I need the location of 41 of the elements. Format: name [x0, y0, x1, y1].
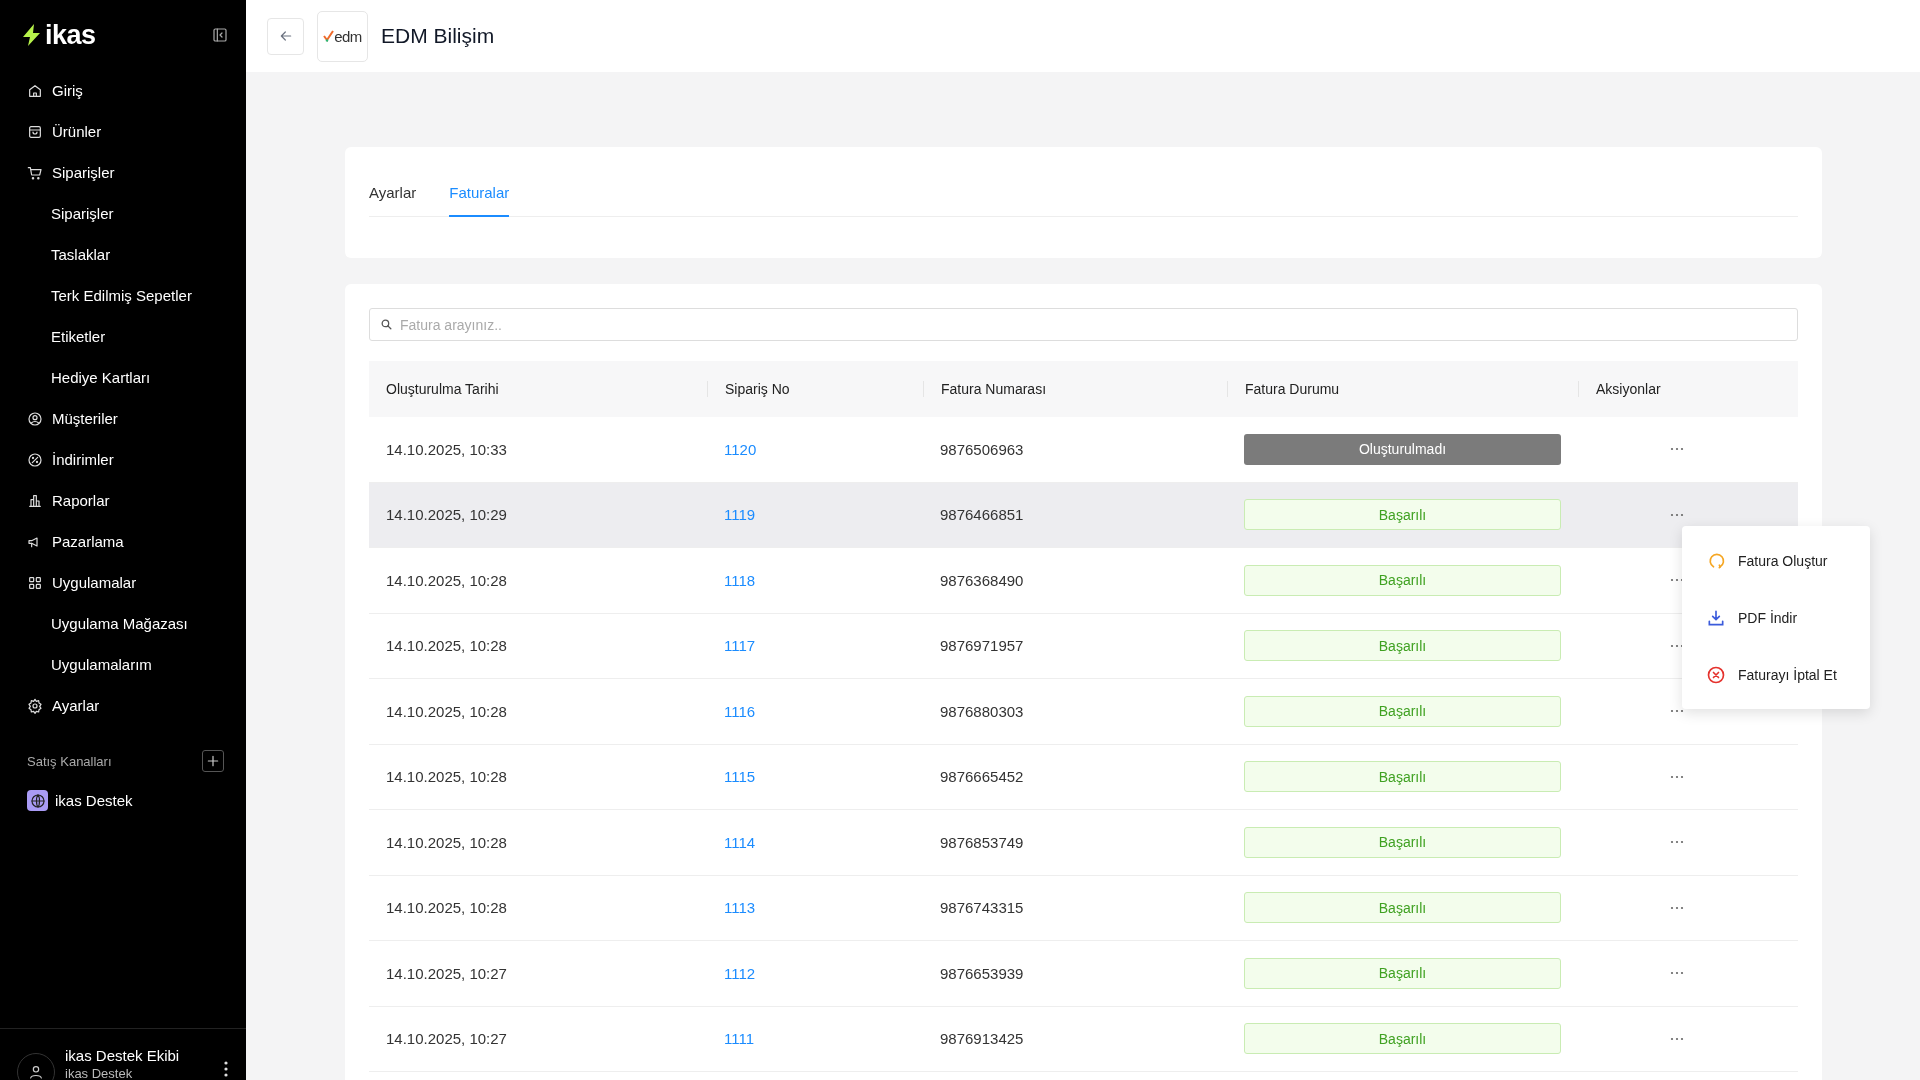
column-header: Fatura Durumu: [1227, 381, 1578, 397]
app-logo: edm: [317, 10, 368, 62]
table-cell-text: 9876368490: [939, 571, 1025, 589]
store-name: ikas Destek: [65, 1066, 134, 1080]
logo-text: ikas: [45, 19, 96, 51]
table-cell-text: 9876506963: [939, 440, 1025, 458]
table-cell-text: 9876665452: [939, 768, 1025, 786]
status-badge: Başarılı: [1244, 957, 1561, 989]
status-badge: Oluşturulmadı: [1244, 433, 1561, 465]
column-header: Sipariş No: [707, 381, 923, 397]
section-title: Satış Kanalları: [27, 753, 112, 769]
status-badge: Başarılı: [1244, 630, 1561, 662]
status-badge: Başarılı: [1244, 761, 1561, 793]
status-badge: Başarılı: [1244, 892, 1561, 924]
table-cell-text: 9876853749: [939, 833, 1025, 851]
table-cell-text: 14.10.2025, 10:29: [385, 506, 508, 524]
table-cell-text: 14.10.2025, 10:28: [385, 571, 508, 589]
table-cell-text: 14.10.2025, 10:27: [385, 964, 508, 982]
user-name: ikas Destek Ekibi: [65, 1047, 180, 1064]
status-badge: Başarılı: [1244, 695, 1561, 727]
table-cell-text: 9876971957: [939, 637, 1025, 655]
table-cell-text: 14.10.2025, 10:33: [385, 440, 508, 458]
table-cell-text: 14.10.2025, 10:28: [385, 637, 508, 655]
column-header: Fatura Numarası: [923, 381, 1227, 397]
column-header: Oluşturulma Tarihi: [385, 381, 500, 397]
page-title: EDM Bilişim: [381, 24, 495, 48]
status-badge: Başarılı: [1244, 564, 1561, 596]
table-cell-text: 14.10.2025, 10:28: [385, 833, 508, 851]
status-badge: Başarılı: [1244, 499, 1561, 531]
status-badge: Başarılı: [1244, 826, 1561, 858]
table-cell-text: 14.10.2025, 10:28: [385, 768, 508, 786]
table-cell-text: 9876743315: [939, 899, 1025, 917]
table-cell-text: 14.10.2025, 10:28: [385, 899, 508, 917]
table-cell-text: 9876880303: [939, 702, 1025, 720]
table-cell-text: 9876466851: [939, 506, 1025, 524]
status-badge: Başarılı: [1244, 1023, 1561, 1055]
column-header: Aksiyonlar: [1578, 381, 1798, 397]
table-cell-text: 14.10.2025, 10:28: [385, 702, 508, 720]
table-cell-text: 9876913425: [939, 1030, 1025, 1048]
table-cell-text: 14.10.2025, 10:27: [385, 1030, 508, 1048]
table-cell-text: 9876653939: [939, 964, 1025, 982]
